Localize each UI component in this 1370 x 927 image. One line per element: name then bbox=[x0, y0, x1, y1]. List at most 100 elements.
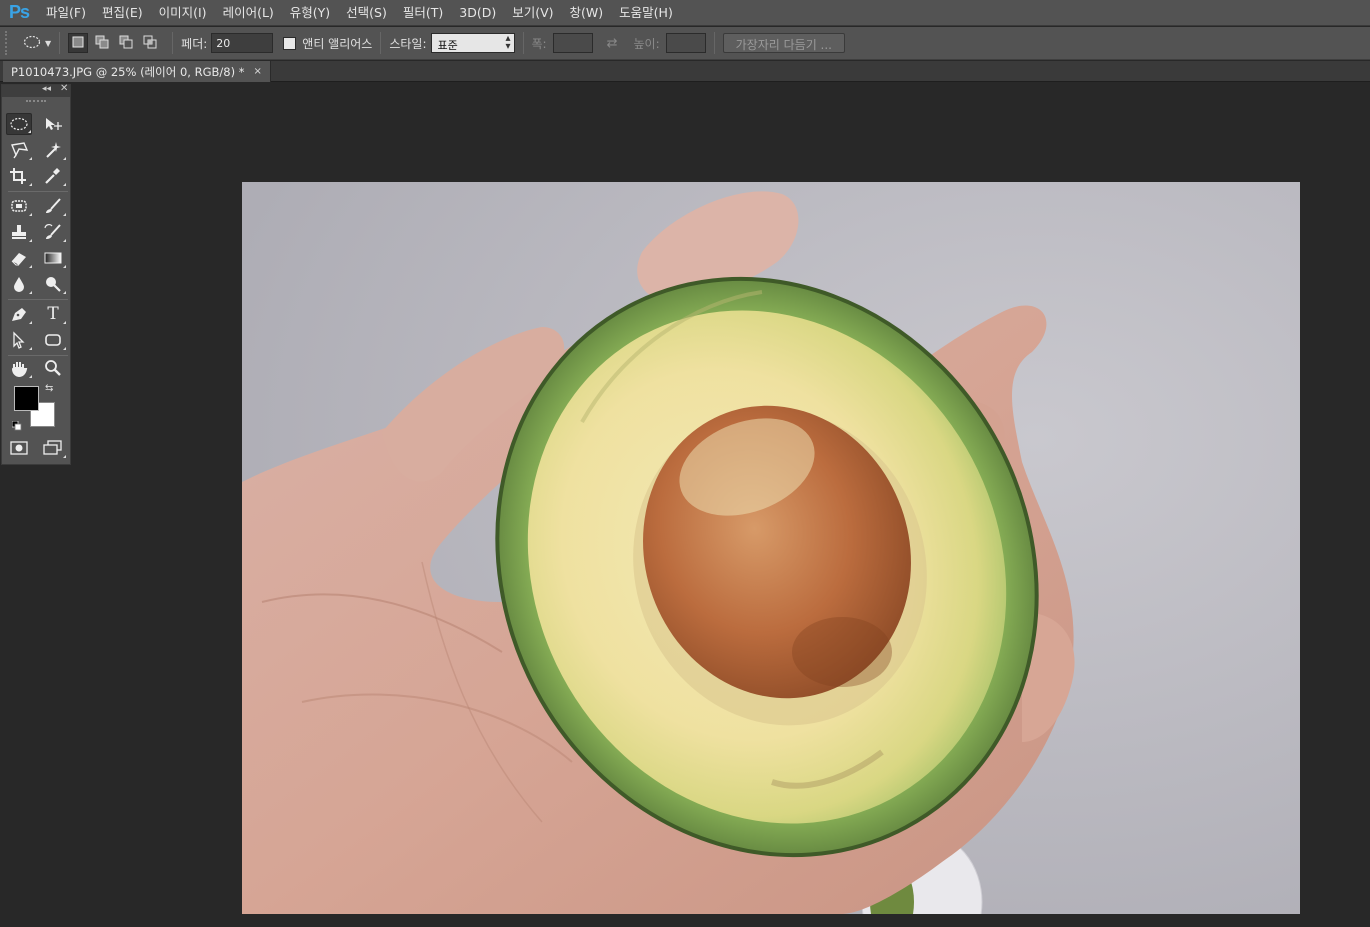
new-selection-icon bbox=[72, 36, 84, 51]
foreground-color-swatch[interactable] bbox=[14, 386, 39, 411]
hand-tool[interactable] bbox=[6, 357, 32, 379]
brush-tool[interactable] bbox=[40, 195, 66, 217]
menu-type[interactable]: 유형(Y) bbox=[282, 0, 338, 26]
chevron-updown-icon: ▴ ▾ bbox=[505, 33, 511, 52]
elliptical-marquee-icon bbox=[23, 35, 41, 52]
avocado-hand-photo bbox=[242, 182, 1300, 914]
menu-3d[interactable]: 3D(D) bbox=[451, 0, 504, 26]
menu-image[interactable]: 이미지(I) bbox=[151, 0, 215, 26]
subtract-selection-icon bbox=[119, 35, 133, 52]
zoom-tool[interactable] bbox=[40, 357, 66, 379]
crop-tool[interactable] bbox=[6, 165, 32, 187]
menu-edit[interactable]: 편집(E) bbox=[94, 0, 151, 26]
history-brush-tool[interactable] bbox=[40, 221, 66, 243]
screen-mode-button[interactable] bbox=[40, 437, 66, 459]
clone-stamp-tool[interactable] bbox=[6, 221, 32, 243]
menu-select[interactable]: 선택(S) bbox=[338, 0, 395, 26]
add-selection-icon bbox=[95, 35, 109, 52]
swap-colors-icon[interactable]: ⇆ bbox=[45, 383, 53, 394]
eraser-tool[interactable] bbox=[6, 247, 32, 269]
crop-icon bbox=[9, 167, 29, 185]
close-icon[interactable]: × bbox=[253, 66, 261, 77]
refine-edge-button[interactable]: 가장자리 다듬기 ... bbox=[722, 33, 845, 53]
tool-preset-picker[interactable]: ▼ bbox=[23, 35, 51, 52]
separator bbox=[522, 32, 524, 54]
menu-window[interactable]: 창(W) bbox=[562, 0, 612, 26]
screen-mode-icon bbox=[43, 440, 63, 456]
hand-icon bbox=[9, 359, 29, 377]
document-canvas-image[interactable] bbox=[242, 182, 1300, 914]
menu-file[interactable]: 파일(F) bbox=[38, 0, 94, 26]
rectangle-tool[interactable] bbox=[40, 329, 66, 351]
separator bbox=[380, 32, 382, 54]
width-input[interactable] bbox=[552, 33, 593, 53]
rounded-rectangle-icon bbox=[43, 332, 63, 348]
pen-tool[interactable] bbox=[6, 303, 32, 325]
add-to-selection-button[interactable] bbox=[92, 33, 112, 53]
height-input[interactable] bbox=[665, 33, 706, 53]
dodge-tool[interactable] bbox=[40, 273, 66, 295]
feather-label: 페더: bbox=[181, 36, 208, 51]
photoshop-logo: Ps bbox=[8, 2, 30, 22]
height-label: 높이: bbox=[633, 36, 660, 51]
chevron-down-icon: ▼ bbox=[45, 38, 52, 48]
options-bar: ▼ 페더: 앤티 앨리어스 스타일: 표준 ▴▾ 폭: ⇄ 높이: 가장자리 다… bbox=[0, 27, 1370, 60]
polygonal-lasso-tool[interactable] bbox=[6, 139, 32, 161]
antialias-checkbox[interactable] bbox=[283, 36, 297, 50]
style-label: 스타일: bbox=[389, 36, 427, 51]
separator bbox=[172, 32, 174, 54]
lasso-icon bbox=[9, 141, 29, 159]
style-select-value: 표준 bbox=[437, 39, 458, 52]
collapse-panel-icon[interactable]: ◂◂ bbox=[42, 84, 51, 94]
width-label: 폭: bbox=[531, 36, 547, 51]
eraser-icon bbox=[9, 249, 29, 267]
eyedropper-icon bbox=[43, 167, 63, 185]
close-panel-icon[interactable]: ✕ bbox=[60, 83, 68, 94]
menu-view[interactable]: 보기(V) bbox=[504, 0, 561, 26]
document-tab[interactable]: P1010473.JPG @ 25% (레이어 0, RGB/8) * × bbox=[3, 61, 271, 82]
magnifier-icon bbox=[43, 359, 63, 377]
separator bbox=[59, 32, 61, 54]
style-select[interactable]: 표준 ▴ ▾ bbox=[430, 33, 515, 53]
swap-dimensions-icon[interactable]: ⇄ bbox=[607, 36, 618, 51]
elliptical-marquee-tool[interactable] bbox=[6, 113, 32, 135]
menu-filter[interactable]: 필터(T) bbox=[395, 0, 451, 26]
gradient-tool[interactable] bbox=[40, 247, 66, 269]
tools-panel-header[interactable]: ◂◂ ✕ bbox=[2, 83, 70, 97]
water-drop-icon bbox=[9, 275, 29, 293]
pen-icon bbox=[9, 305, 29, 323]
quick-mask-button[interactable] bbox=[6, 437, 32, 459]
intersect-selection-icon bbox=[143, 35, 157, 52]
dodge-icon bbox=[43, 275, 63, 293]
intersect-selection-button[interactable] bbox=[140, 33, 160, 53]
document-tab-bar: P1010473.JPG @ 25% (레이어 0, RGB/8) * × bbox=[0, 61, 1370, 82]
separator bbox=[8, 355, 68, 356]
blur-tool[interactable] bbox=[6, 273, 32, 295]
separator bbox=[8, 191, 68, 192]
path-selection-tool[interactable] bbox=[6, 329, 32, 351]
elliptical-marquee-icon bbox=[9, 117, 29, 131]
tools-panel: ◂◂ ✕ T ⇆ bbox=[1, 83, 71, 465]
quick-mask-icon bbox=[10, 441, 28, 455]
eyedropper-tool[interactable] bbox=[40, 165, 66, 187]
new-selection-button[interactable] bbox=[68, 33, 89, 53]
separator bbox=[8, 299, 68, 300]
menu-help[interactable]: 도움말(H) bbox=[611, 0, 681, 26]
gradient-icon bbox=[43, 250, 63, 266]
feather-input[interactable] bbox=[211, 33, 274, 53]
spot-healing-tool[interactable] bbox=[6, 195, 32, 217]
arrow-pointer-icon bbox=[9, 331, 29, 349]
type-icon: T bbox=[47, 304, 59, 324]
bandage-icon bbox=[9, 197, 29, 215]
options-bar-grip[interactable] bbox=[5, 31, 11, 55]
type-tool[interactable]: T bbox=[40, 303, 66, 325]
menu-layer[interactable]: 레이어(L) bbox=[215, 0, 282, 26]
move-icon bbox=[43, 116, 63, 132]
magic-wand-icon bbox=[43, 141, 63, 159]
move-tool[interactable] bbox=[40, 113, 66, 135]
subtract-from-selection-button[interactable] bbox=[116, 33, 136, 53]
default-colors-icon[interactable] bbox=[11, 416, 22, 435]
menu-bar: Ps 파일(F) 편집(E) 이미지(I) 레이어(L) 유형(Y) 선택(S)… bbox=[0, 0, 1370, 26]
magic-wand-tool[interactable] bbox=[40, 139, 66, 161]
tools-panel-grip[interactable] bbox=[26, 100, 46, 108]
